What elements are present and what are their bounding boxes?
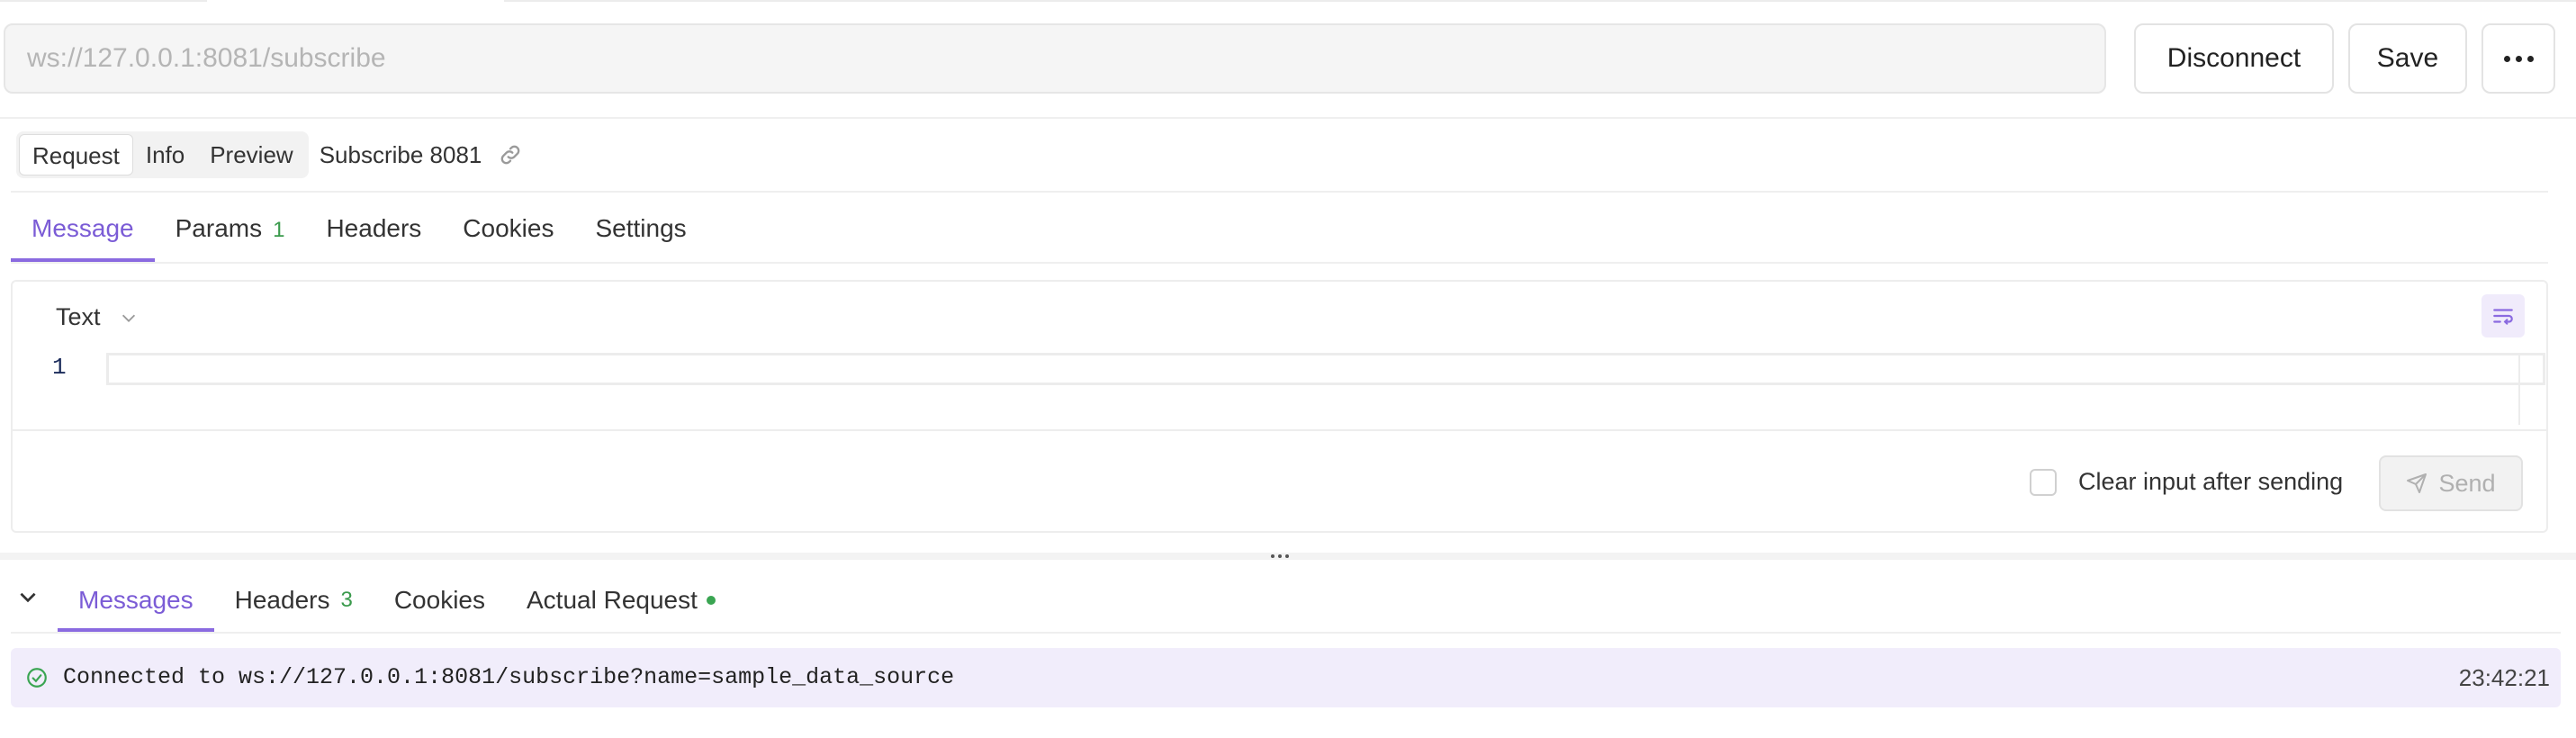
mode-tab-info[interactable]: Info: [133, 134, 197, 176]
tab-settings[interactable]: Settings: [574, 202, 707, 262]
clear-input-checkbox[interactable]: [2030, 468, 2057, 496]
message-text: Connected to ws://127.0.0.1:8081/subscri…: [63, 664, 955, 690]
tab-message[interactable]: Message: [11, 202, 155, 262]
url-row: ws://127.0.0.1:8081/subscribe Disconnect…: [0, 23, 2576, 95]
response-tabs: Messages Headers 3 Cookies Actual Request: [58, 569, 736, 632]
tab-response-headers[interactable]: Headers 3: [214, 569, 374, 632]
tab-actual-request[interactable]: Actual Request: [506, 569, 736, 632]
collapse-chevron-icon[interactable]: [16, 585, 40, 608]
clear-input-label: Clear input after sending: [2078, 468, 2344, 495]
more-button[interactable]: [2481, 23, 2555, 94]
tab-params[interactable]: Params 1: [155, 202, 306, 262]
status-dot: [706, 596, 716, 605]
tab-label: Settings: [595, 214, 687, 242]
send-icon: [2407, 473, 2427, 493]
request-tabs: Message Params 1 Headers Cookies Settings: [11, 202, 707, 262]
clear-input-option[interactable]: Clear input after sending: [2030, 468, 2343, 496]
top-strip-segment: [0, 0, 207, 2]
request-name[interactable]: Subscribe 8081: [320, 141, 482, 169]
divider: [13, 429, 2546, 431]
tab-label: Params: [175, 214, 263, 242]
tab-label: Cookies: [393, 586, 485, 614]
divider: [11, 191, 2548, 193]
mode-tab-request[interactable]: Request: [19, 134, 133, 176]
tab-response-cookies[interactable]: Cookies: [374, 569, 506, 632]
format-select[interactable]: Text: [56, 303, 139, 331]
check-circle-icon: [27, 668, 47, 688]
mode-tab-preview[interactable]: Preview: [197, 134, 305, 176]
message-editor-panel: Text 1 Clear input after sending Send: [11, 280, 2548, 533]
tab-label: Cookies: [463, 214, 554, 242]
tab-label: Headers: [326, 214, 422, 242]
message-timestamp: 23:42:21: [2458, 664, 2550, 691]
divider: [0, 117, 2576, 119]
mode-row: Request Info Preview Subscribe 8081: [16, 131, 523, 178]
format-label: Text: [56, 303, 101, 330]
link-icon[interactable]: [498, 142, 523, 167]
send-label: Send: [2438, 469, 2496, 497]
word-wrap-icon: [2493, 309, 2513, 325]
top-strip: [0, 0, 2576, 4]
tab-cookies[interactable]: Cookies: [442, 202, 574, 262]
tab-label: Headers: [234, 586, 330, 614]
url-input[interactable]: ws://127.0.0.1:8081/subscribe: [4, 23, 2106, 94]
tab-label: Actual Request: [527, 586, 698, 614]
top-strip-segment: [504, 0, 2576, 2]
chevron-down-icon: [122, 314, 135, 322]
editor-scrollbar[interactable]: [2518, 353, 2520, 425]
message-row[interactable]: Connected to ws://127.0.0.1:8081/subscri…: [11, 648, 2561, 707]
word-wrap-button[interactable]: [2481, 294, 2525, 338]
tab-label: Message: [32, 214, 134, 242]
drag-handle-icon[interactable]: [1271, 554, 1289, 558]
headers-count-badge: 3: [340, 588, 353, 612]
save-button[interactable]: Save: [2348, 23, 2467, 94]
code-input-line[interactable]: [106, 353, 2545, 385]
send-button[interactable]: Send: [2379, 455, 2523, 511]
disconnect-button[interactable]: Disconnect: [2134, 23, 2334, 94]
tab-label: Messages: [78, 586, 194, 614]
tab-messages[interactable]: Messages: [58, 569, 214, 632]
line-number: 1: [52, 354, 67, 381]
tab-headers[interactable]: Headers: [305, 202, 442, 262]
divider: [11, 632, 2561, 634]
more-horizontal-icon: [2503, 55, 2534, 62]
params-count-badge: 1: [273, 218, 285, 242]
mode-switcher: Request Info Preview: [16, 131, 309, 178]
divider: [11, 262, 2548, 264]
